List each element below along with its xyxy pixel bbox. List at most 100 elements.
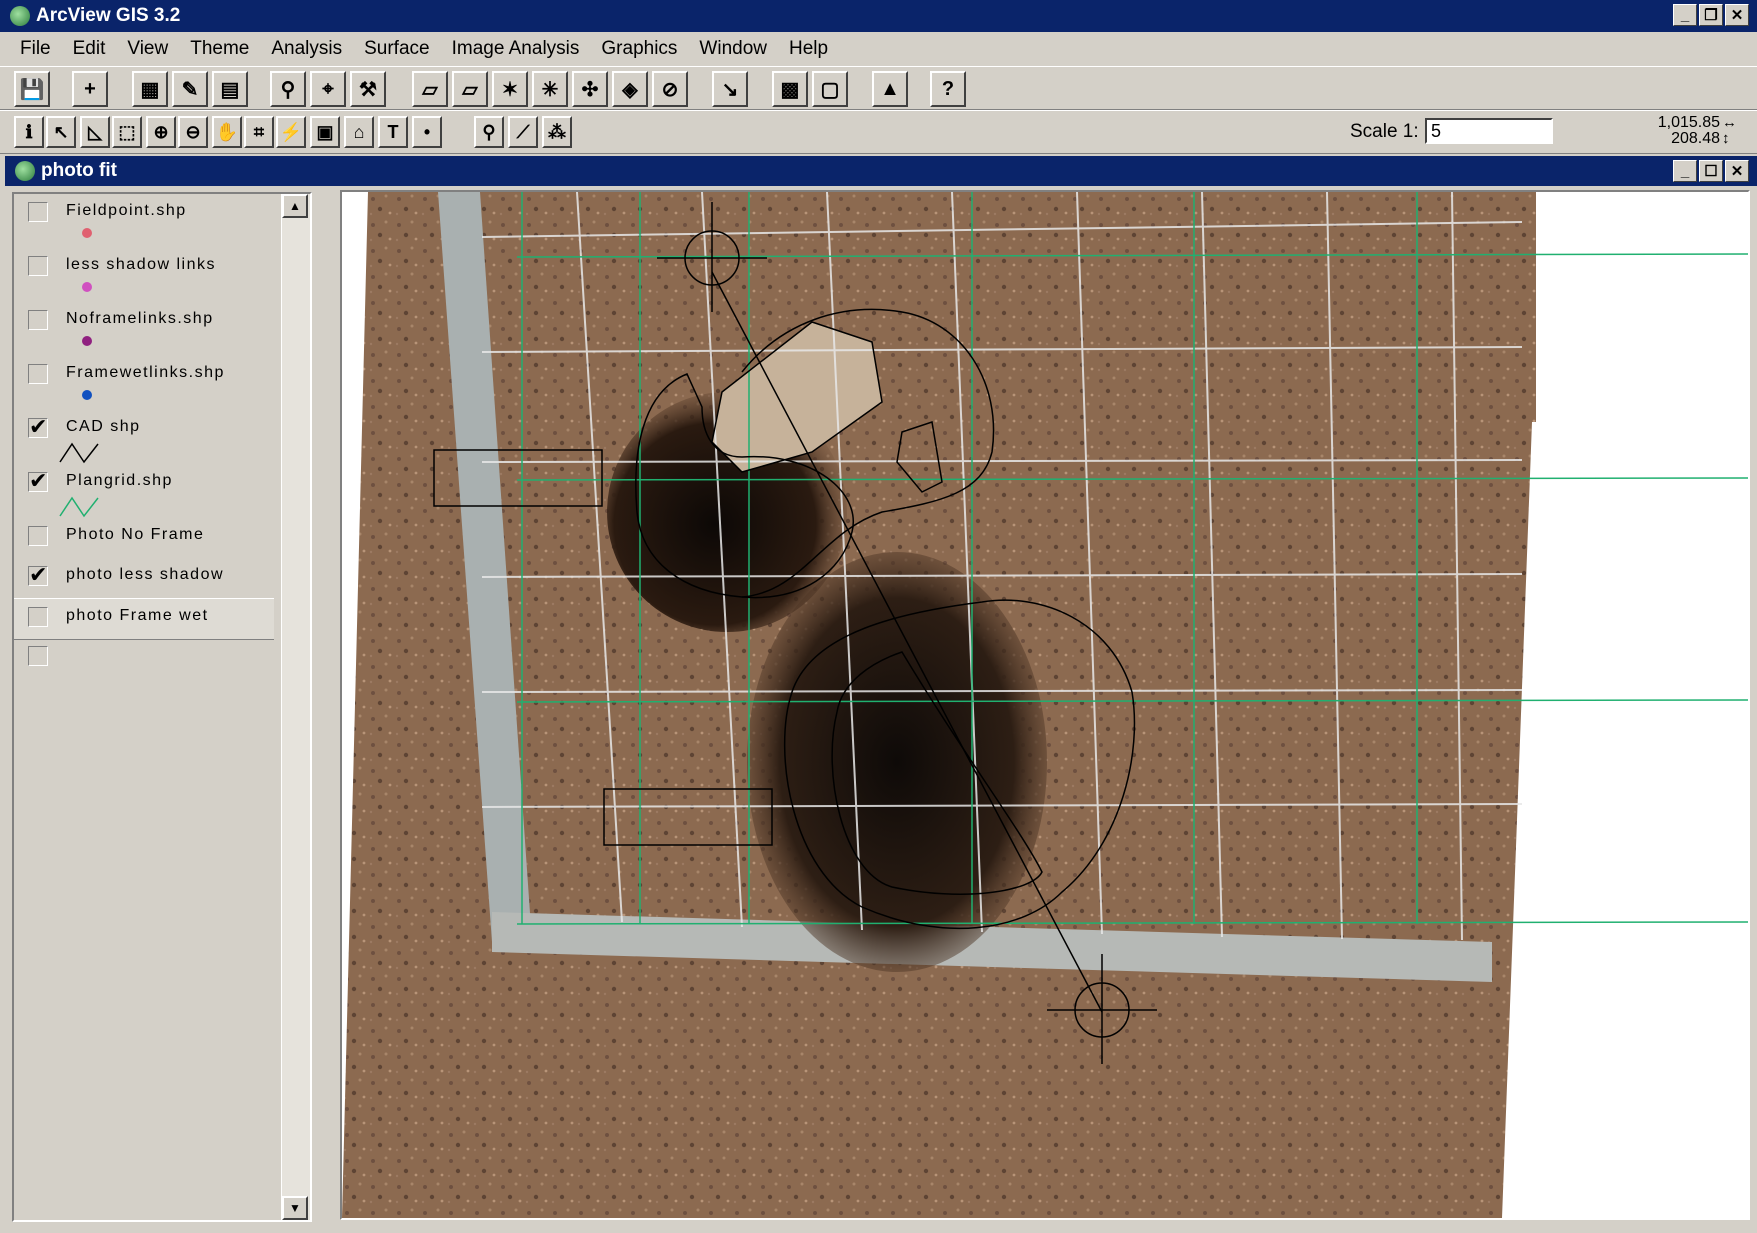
- legend-checkbox[interactable]: [28, 202, 48, 222]
- legend-checkbox[interactable]: ✔: [28, 470, 48, 492]
- snap-icon[interactable]: ⁂: [542, 116, 572, 148]
- legend-checkbox[interactable]: [28, 256, 48, 276]
- legend-item[interactable]: Photo No Frame: [14, 518, 309, 558]
- legend-point-symbol: [82, 282, 92, 292]
- scale-label: Scale 1:: [1350, 121, 1419, 142]
- menu-surface[interactable]: Surface: [353, 38, 440, 60]
- add-theme-icon[interactable]: +: [72, 71, 108, 107]
- locate-icon[interactable]: ⌖: [310, 71, 346, 107]
- menu-analysis[interactable]: Analysis: [260, 38, 353, 60]
- map-canvas[interactable]: [342, 192, 1748, 1218]
- identify-icon[interactable]: ℹ: [14, 116, 44, 148]
- find-icon[interactable]: ⚲: [270, 71, 306, 107]
- legend-checkbox[interactable]: ✔: [28, 416, 48, 438]
- app-title: ArcView GIS 3.2: [36, 5, 181, 26]
- menu-edit[interactable]: Edit: [62, 38, 117, 60]
- view-title: photo fit: [41, 160, 117, 181]
- view-minimize-button[interactable]: _: [1673, 160, 1697, 182]
- pit-lower: [747, 552, 1047, 972]
- scale-input[interactable]: 5: [1425, 118, 1553, 144]
- zoom-in-tool-icon[interactable]: ⊕: [146, 116, 176, 148]
- menu-theme[interactable]: Theme: [179, 38, 260, 60]
- map-display[interactable]: [340, 190, 1750, 1220]
- menu-file[interactable]: File: [0, 38, 62, 60]
- theme-properties-icon[interactable]: ▦: [132, 71, 168, 107]
- legend-item[interactable]: Framewetlinks.shp: [14, 356, 309, 410]
- georef-icon[interactable]: ⚲: [474, 116, 504, 148]
- legend-label: photo Frame wet: [66, 607, 209, 624]
- help-pointer-icon[interactable]: ?: [930, 71, 966, 107]
- legend-item[interactable]: less shadow links: [14, 248, 309, 302]
- legend-item[interactable]: ✔ Plangrid.shp: [14, 464, 309, 518]
- legend-checkbox[interactable]: [28, 310, 48, 330]
- legend-label: Framewetlinks.shp: [66, 364, 225, 381]
- legend-item[interactable]: ✔ photo less shadow: [14, 558, 309, 598]
- scroll-down-button[interactable]: ▼: [282, 1196, 308, 1220]
- hotlink-icon[interactable]: ⚡: [276, 116, 306, 148]
- query-icon[interactable]: ⚒: [350, 71, 386, 107]
- save-icon[interactable]: 💾: [14, 71, 50, 107]
- coord-x: 1,015.85: [1657, 114, 1720, 131]
- pan-icon[interactable]: ✋: [212, 116, 242, 148]
- text-icon[interactable]: T: [378, 116, 408, 148]
- select-feature-icon[interactable]: ⬚: [112, 116, 142, 148]
- legend-item[interactable]: Noframelinks.shp: [14, 302, 309, 356]
- link-icon[interactable]: ⟋: [508, 116, 538, 148]
- legend-checkbox[interactable]: [28, 526, 48, 546]
- zoom-active-icon[interactable]: ▱: [452, 71, 488, 107]
- close-button[interactable]: ✕: [1725, 4, 1749, 26]
- legend-checkbox[interactable]: [28, 364, 48, 384]
- pointer-arrow-icon[interactable]: ↘: [712, 71, 748, 107]
- minimize-button[interactable]: _: [1673, 4, 1697, 26]
- legend-item[interactable]: [14, 638, 309, 678]
- menu-graphics[interactable]: Graphics: [590, 38, 688, 60]
- zoom-out-icon[interactable]: ✣: [572, 71, 608, 107]
- zoom-in-icon[interactable]: ✳: [532, 71, 568, 107]
- area-select-icon[interactable]: ▣: [310, 116, 340, 148]
- layout-icon[interactable]: ▩: [772, 71, 808, 107]
- view-maximize-button[interactable]: ☐: [1699, 160, 1723, 182]
- legend-point-symbol: [82, 228, 92, 238]
- legend-line-symbol: [59, 496, 99, 518]
- view-globe-icon: [15, 161, 35, 181]
- legend-label: Fieldpoint.shp: [66, 202, 187, 219]
- edit-legend-icon[interactable]: ✎: [172, 71, 208, 107]
- measure-icon[interactable]: ⌗: [244, 116, 274, 148]
- coordinate-readout: 1,015.85 208.48: [1610, 115, 1720, 147]
- menu-help[interactable]: Help: [778, 38, 839, 60]
- legend-point-symbol: [82, 390, 92, 400]
- surface-icon[interactable]: ▲: [872, 71, 908, 107]
- open-table-icon[interactable]: ▤: [212, 71, 248, 107]
- zoom-out-tool-icon[interactable]: ⊖: [178, 116, 208, 148]
- legend-line-symbol: [59, 442, 99, 464]
- zoom-selected-icon[interactable]: ✶: [492, 71, 528, 107]
- legend-checkbox[interactable]: [28, 607, 48, 627]
- clear-selected-icon[interactable]: ⊘: [652, 71, 688, 107]
- legend-checkbox[interactable]: ✔: [28, 564, 48, 586]
- legend-label: Noframelinks.shp: [66, 310, 214, 327]
- frame-icon[interactable]: ▢: [812, 71, 848, 107]
- legend-item[interactable]: Fieldpoint.shp: [14, 194, 309, 248]
- pointer-icon[interactable]: ↖: [46, 116, 76, 148]
- draw-point-icon[interactable]: •: [412, 116, 442, 148]
- coord-y: 208.48: [1671, 130, 1720, 147]
- vertex-edit-icon[interactable]: ◺: [80, 116, 110, 148]
- legend-checkbox[interactable]: [28, 646, 48, 666]
- legend-item[interactable]: photo Frame wet: [14, 598, 274, 640]
- status-bar: [0, 1222, 1757, 1233]
- menu-view[interactable]: View: [116, 38, 179, 60]
- button-bar: 💾 + ▦ ✎ ▤ ⚲ ⌖ ⚒ ▱ ▱ ✶ ✳ ✣ ◈ ⊘ ↘ ▩ ▢ ▲?: [0, 66, 1757, 110]
- menu-image-analysis[interactable]: Image Analysis: [441, 38, 591, 60]
- legend-label: CAD shp: [66, 418, 141, 435]
- arcview-globe-icon: [10, 6, 30, 26]
- menu-window[interactable]: Window: [688, 38, 778, 60]
- tool-bar: Scale 1: 5 1,015.85 208.48 ↔ ↕ ℹ ↖ ◺ ⬚ ⊕ ⊖ ✋ ⌗ ⚡ ▣…: [0, 110, 1757, 154]
- view-close-button[interactable]: ✕: [1725, 160, 1749, 182]
- zoom-full-extent-icon[interactable]: ▱: [412, 71, 448, 107]
- restore-button[interactable]: ❐: [1699, 4, 1723, 26]
- zoom-previous-icon[interactable]: ◈: [612, 71, 648, 107]
- legend-item[interactable]: ✔ CAD shp: [14, 410, 309, 464]
- app-titlebar: ArcView GIS 3.2 _ ❐ ✕: [0, 0, 1757, 32]
- label-icon[interactable]: ⌂: [344, 116, 374, 148]
- legend-label: less shadow links: [66, 256, 216, 273]
